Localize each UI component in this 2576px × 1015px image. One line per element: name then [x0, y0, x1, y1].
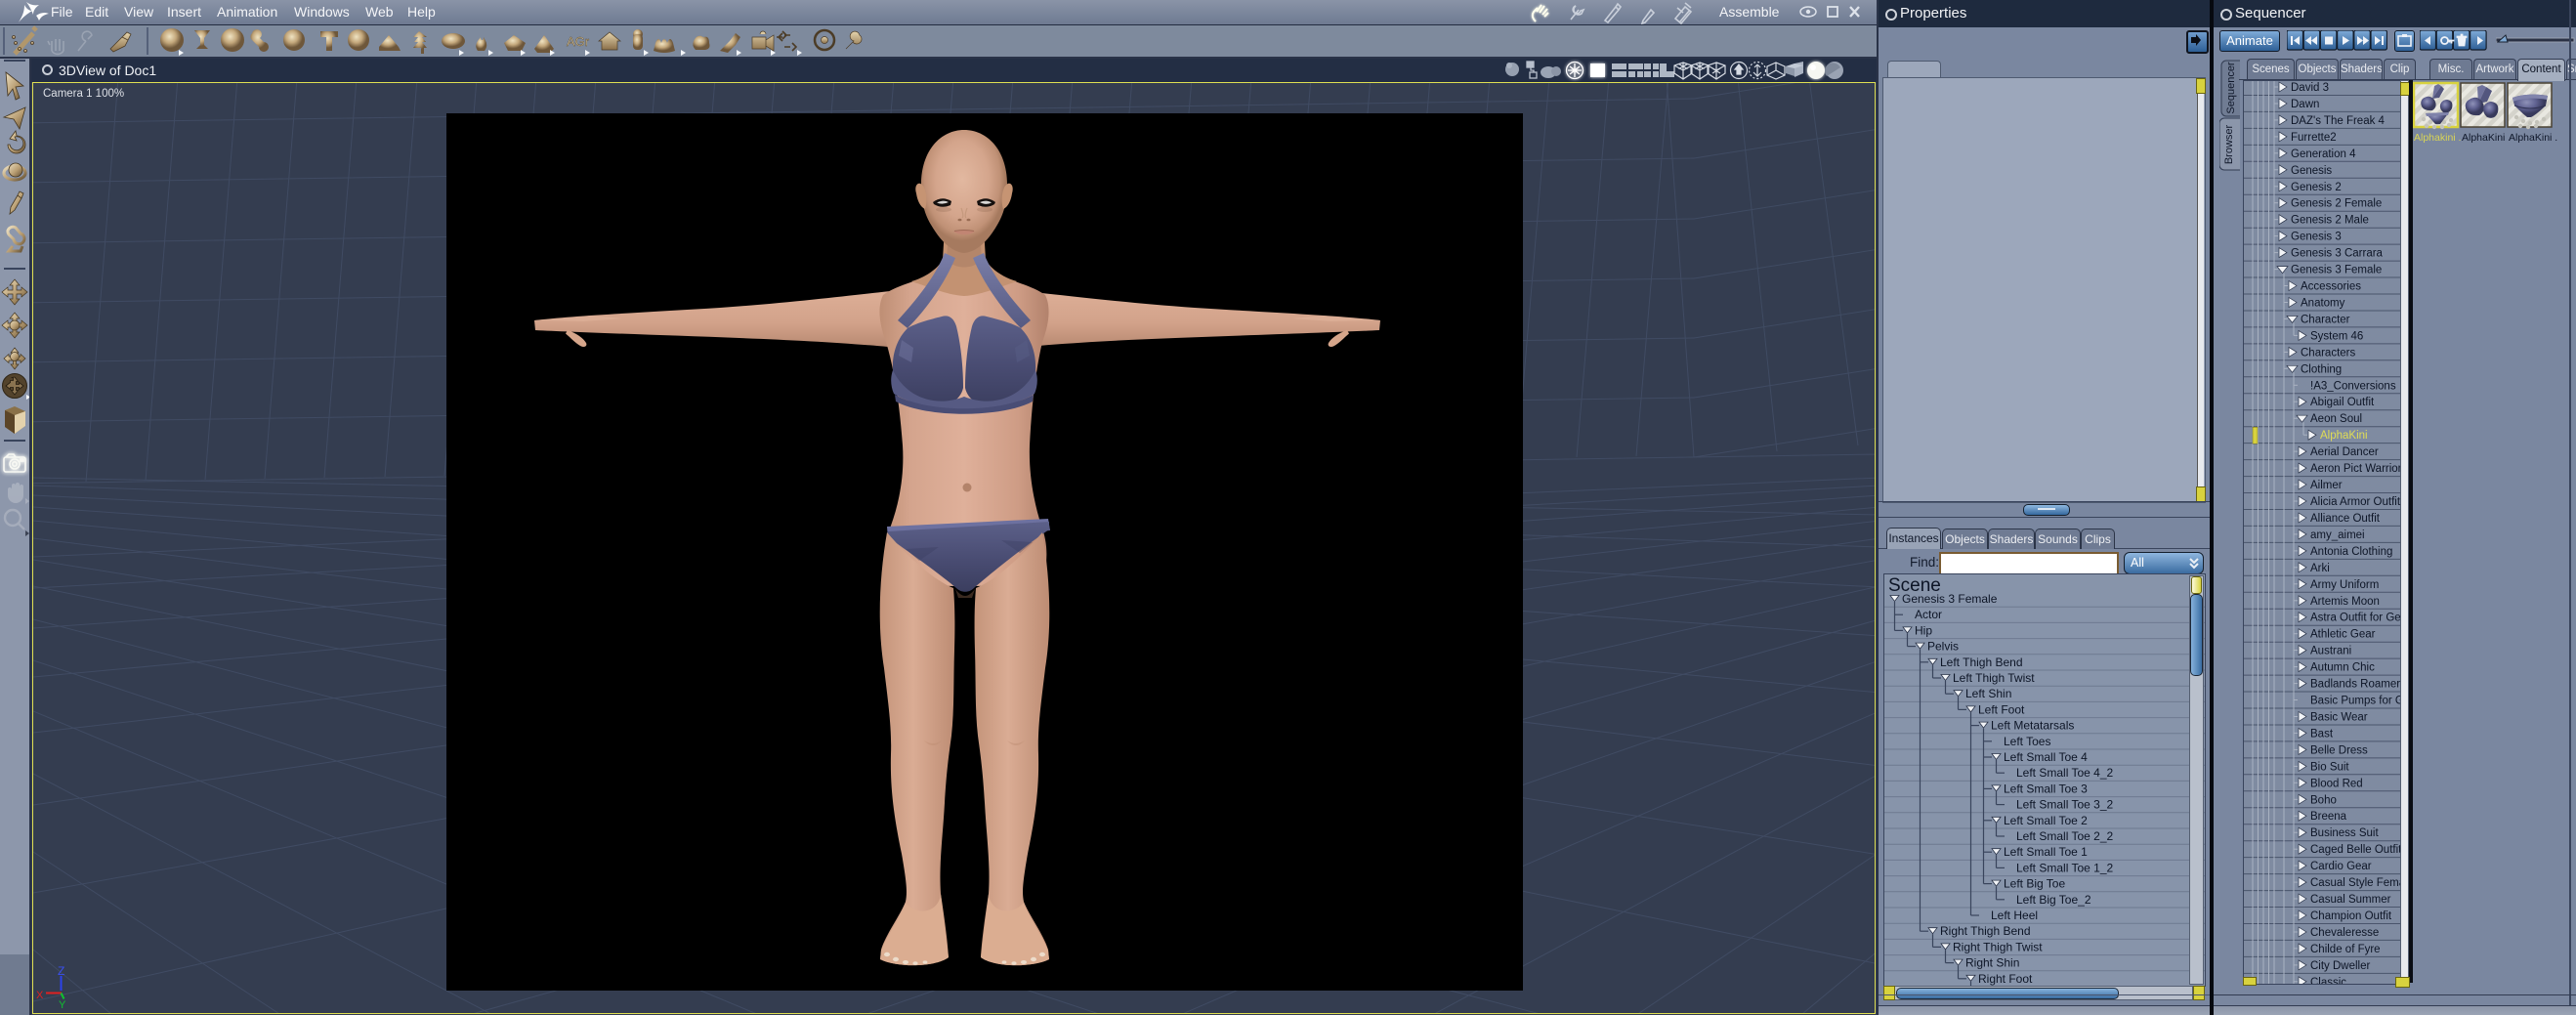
svg-text:Childe of Fyre: Childe of Fyre	[2310, 944, 2381, 955]
svg-text:Chevaleresse: Chevaleresse	[2310, 927, 2379, 939]
svg-text:Caged Belle Outfit: Caged Belle Outfit	[2310, 844, 2400, 856]
svg-text:Boho: Boho	[2310, 794, 2337, 806]
svg-text:Furrette2: Furrette2	[2291, 132, 2337, 144]
svg-text:Ailmer: Ailmer	[2310, 480, 2343, 491]
svg-text:Dawn: Dawn	[2291, 99, 2319, 110]
svg-text:Left Small Toe 3: Left Small Toe 3	[2004, 782, 2088, 795]
svg-text:Genesis 3 Female: Genesis 3 Female	[1902, 592, 1998, 606]
svg-text:Hip: Hip	[1915, 623, 1932, 637]
svg-text:Right Shin: Right Shin	[1965, 956, 2019, 970]
svg-text:Army Uniform: Army Uniform	[2310, 579, 2379, 591]
svg-text:Genesis: Genesis	[2291, 165, 2332, 177]
svg-text:Clothing: Clothing	[2301, 363, 2342, 375]
svg-text:AlphaKini: AlphaKini	[2320, 430, 2368, 442]
svg-text:Pelvis: Pelvis	[1927, 640, 1959, 654]
svg-text:Genesis 3: Genesis 3	[2291, 232, 2342, 243]
svg-text:Arki: Arki	[2310, 563, 2330, 574]
svg-text:Aerial Dancer: Aerial Dancer	[2310, 446, 2379, 458]
svg-text:City Dweller: City Dweller	[2310, 960, 2371, 972]
svg-text:Characters: Characters	[2301, 347, 2355, 359]
svg-text:Alliance Outfit: Alliance Outfit	[2310, 513, 2381, 525]
svg-text:amy_aimei: amy_aimei	[2310, 529, 2365, 541]
svg-text:DAZ's The Freak 4: DAZ's The Freak 4	[2291, 115, 2386, 127]
svg-text:Casual Style Female: Casual Style Female	[2310, 877, 2400, 889]
svg-text:Accessories: Accessories	[2301, 281, 2361, 293]
svg-text:AlphaKini .: AlphaKini .	[2509, 132, 2557, 144]
svg-text:Left Thigh Twist: Left Thigh Twist	[1953, 671, 2035, 685]
svg-text:Basic Wear: Basic Wear	[2310, 712, 2368, 724]
svg-text:Left Small Toe 1_2: Left Small Toe 1_2	[2016, 861, 2114, 874]
svg-text:Genesis 2: Genesis 2	[2291, 182, 2342, 193]
svg-text:Austrani: Austrani	[2310, 646, 2351, 657]
svg-text:Y: Y	[59, 999, 66, 1011]
svg-text:Left Small Toe 2: Left Small Toe 2	[2004, 814, 2088, 827]
svg-text:Left Thigh Bend: Left Thigh Bend	[1940, 656, 2023, 669]
svg-text:Left Foot: Left Foot	[1978, 702, 2025, 716]
svg-text:Generation 4: Generation 4	[2291, 148, 2356, 160]
svg-text:Champion Outfit: Champion Outfit	[2310, 910, 2392, 922]
svg-text:Right Thigh Bend: Right Thigh Bend	[1940, 924, 2031, 938]
svg-text:Antonia Clothing: Antonia Clothing	[2310, 546, 2392, 558]
svg-text:Business Suit: Business Suit	[2310, 827, 2379, 839]
svg-text:Left Big Toe_2: Left Big Toe_2	[2016, 893, 2091, 907]
svg-text:Left Metatarsals: Left Metatarsals	[1991, 719, 2074, 733]
svg-text:Genesis 2 Male: Genesis 2 Male	[2291, 215, 2369, 227]
svg-text:Breena: Breena	[2310, 811, 2347, 823]
svg-text:Abigail Outfit: Abigail Outfit	[2310, 397, 2375, 408]
svg-text:Autumn Chic: Autumn Chic	[2310, 662, 2375, 674]
svg-text:Left Small Toe 3_2: Left Small Toe 3_2	[2016, 798, 2114, 812]
svg-text:X: X	[36, 990, 44, 1001]
svg-text:Anatomy: Anatomy	[2301, 298, 2345, 310]
svg-text:Cardio Gear: Cardio Gear	[2310, 861, 2372, 872]
svg-text:Actor: Actor	[1915, 608, 1942, 621]
svg-text:Alphakini .: Alphakini .	[2414, 132, 2461, 144]
svg-text:Left Small Toe 2_2: Left Small Toe 2_2	[2016, 829, 2114, 843]
svg-text:Left Small Toe 1: Left Small Toe 1	[2004, 845, 2088, 859]
svg-text:Blood Red: Blood Red	[2310, 778, 2363, 789]
svg-text:System 46: System 46	[2310, 330, 2363, 342]
svg-text:Genesis 3 Carrara: Genesis 3 Carrara	[2291, 248, 2384, 260]
svg-text:Left Heel: Left Heel	[1991, 909, 2038, 922]
svg-text:Z: Z	[58, 964, 64, 978]
svg-text:Artemis Moon: Artemis Moon	[2310, 596, 2380, 608]
svg-text:Left Shin: Left Shin	[1965, 687, 2011, 700]
svg-text:!A3_Conversions: !A3_Conversions	[2310, 380, 2396, 392]
svg-text:Bio Suit: Bio Suit	[2310, 761, 2349, 773]
svg-text:Right Foot: Right Foot	[1978, 972, 2033, 986]
svg-text:Classic: Classic	[2310, 977, 2346, 984]
svg-text:Alicia Armor Outfit: Alicia Armor Outfit	[2310, 496, 2400, 508]
svg-text:David 3: David 3	[2291, 82, 2329, 94]
svg-text:AlphaKini .: AlphaKini .	[2462, 132, 2511, 144]
svg-text:Basic Pumps for Ge: Basic Pumps for Ge	[2310, 696, 2400, 707]
svg-text:Camera 1 100%: Camera 1 100%	[43, 88, 124, 100]
svg-text:AGr: AGr	[567, 34, 590, 49]
svg-text:Genesis 3 Female: Genesis 3 Female	[2291, 265, 2382, 276]
svg-text:Astra Outfit for Gene: Astra Outfit for Gene	[2310, 613, 2400, 624]
svg-text:Bast: Bast	[2310, 728, 2334, 740]
svg-text:Genesis 2 Female: Genesis 2 Female	[2291, 198, 2382, 210]
svg-text:Character: Character	[2301, 314, 2350, 325]
svg-text:Badlands Roamer: Badlands Roamer	[2310, 679, 2400, 691]
svg-text:Aeon Soul: Aeon Soul	[2310, 413, 2362, 425]
svg-text:Sequencer: Sequencer	[2225, 62, 2237, 114]
svg-text:Left Small Toe 4_2: Left Small Toe 4_2	[2016, 766, 2114, 780]
svg-text:Belle Dress: Belle Dress	[2310, 744, 2368, 756]
svg-text:Aeron Pict Warrior: Aeron Pict Warrior	[2310, 463, 2400, 475]
svg-text:Right Thigh Twist: Right Thigh Twist	[1953, 940, 2043, 953]
svg-text:Casual Summer: Casual Summer	[2310, 894, 2391, 906]
svg-text:Left Big Toe: Left Big Toe	[2004, 877, 2065, 891]
svg-text:Left Toes: Left Toes	[2004, 735, 2050, 748]
svg-text:Athletic Gear: Athletic Gear	[2310, 629, 2376, 641]
svg-text:Left Small Toe 4: Left Small Toe 4	[2004, 750, 2088, 764]
svg-text:Browser: Browser	[2223, 124, 2235, 164]
